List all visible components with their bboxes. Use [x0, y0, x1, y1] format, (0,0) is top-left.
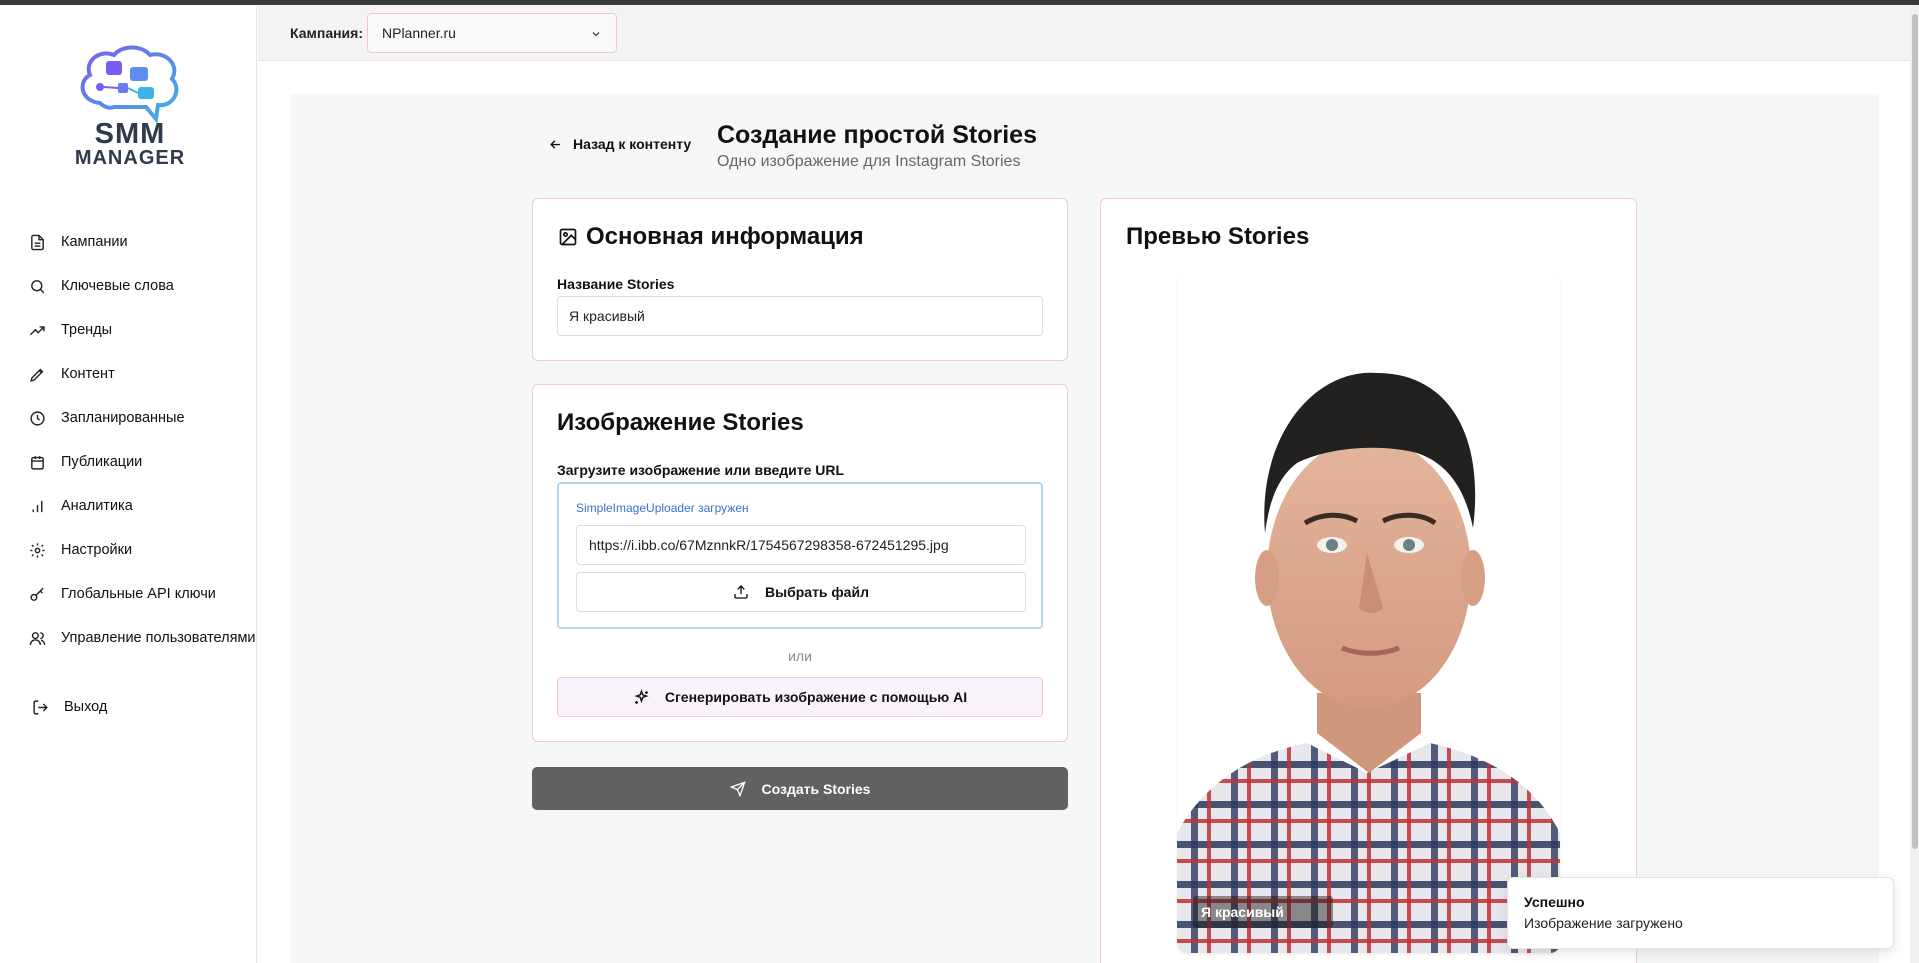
send-icon [729, 780, 746, 797]
basic-info-card: Основная информация Название Stories Я к… [532, 198, 1068, 361]
sidebar-item-label: Управление пользователями [61, 630, 256, 646]
sidebar-item-trends[interactable]: Тренды [0, 308, 257, 352]
image-uploader[interactable]: SimpleImageUploader загружен https://i.i… [557, 482, 1043, 629]
sidebar-item-api-keys[interactable]: Глобальные API ключи [0, 572, 257, 616]
sidebar-item-publications[interactable]: Публикации [0, 440, 257, 484]
sidebar-nav: Кампании Ключевые слова Тренды Контент З… [0, 220, 257, 660]
campaign-select[interactable]: NPlanner.ru [367, 13, 617, 53]
sidebar-item-label: Кампании [61, 234, 128, 250]
sidebar-item-label: Тренды [61, 322, 113, 338]
key-icon [30, 587, 44, 601]
stories-preview: Я красивый [1177, 273, 1560, 953]
sidebar-item-settings[interactable]: Настройки [0, 528, 257, 572]
choose-file-button[interactable]: Выбрать файл [576, 572, 1026, 612]
sidebar-item-content[interactable]: Контент [0, 352, 257, 396]
upload-label: Загрузите изображение или введите URL [557, 462, 845, 478]
document-icon [31, 234, 44, 250]
back-label: Назад к контенту [573, 136, 692, 152]
image-icon [559, 228, 577, 246]
sidebar-item-campaigns[interactable]: Кампании [0, 220, 257, 264]
sidebar-item-label: Публикации [61, 454, 143, 470]
generate-ai-label: Сгенерировать изображение с помощью AI [664, 689, 968, 705]
create-stories-button[interactable]: Создать Stories [532, 767, 1068, 810]
clock-icon [30, 410, 45, 426]
toast-message: Изображение загружено [1524, 915, 1683, 931]
logout-label: Выход [64, 699, 108, 715]
logo-text-smm: SMM [94, 118, 166, 150]
image-url-input[interactable]: https://i.ibb.co/67MznnkR/1754567298358-… [576, 525, 1026, 565]
top-header: Кампания: NPlanner.ru [258, 5, 1910, 61]
sidebar-item-label: Запланированные [61, 410, 185, 426]
app-logo[interactable]: SMM MANAGER [70, 43, 190, 175]
preview-caption: Я красивый [1193, 896, 1333, 928]
upload-icon [734, 585, 748, 599]
sidebar-item-users[interactable]: Управление пользователями [0, 616, 257, 660]
sidebar-item-label: Контент [61, 366, 115, 382]
sidebar-item-label: Настройки [61, 542, 133, 558]
search-icon [31, 279, 45, 293]
stories-name-label: Название Stories [557, 276, 675, 292]
page-subtitle: Одно изображение для Instagram Stories [717, 153, 1021, 170]
gear-icon [30, 542, 45, 558]
sidebar: SMM MANAGER Кампании Ключевые слова Трен… [0, 5, 257, 963]
logout-icon [33, 699, 48, 715]
sidebar-item-label: Аналитика [61, 498, 133, 514]
logout-button[interactable]: Выход [0, 685, 257, 729]
stories-name-input[interactable]: Я красивый [557, 296, 1043, 336]
generate-ai-image-button[interactable]: Сгенерировать изображение с помощью AI [557, 677, 1043, 717]
page-title: Создание простой Stories [717, 121, 1037, 149]
basic-info-title: Основная информация [586, 223, 864, 250]
create-stories-label: Создать Stories [761, 780, 871, 797]
scrollbar-thumb[interactable] [1912, 14, 1918, 849]
brain-logo-icon [80, 45, 179, 124]
sparkles-icon [634, 688, 649, 704]
users-icon [29, 631, 46, 645]
sidebar-item-scheduled[interactable]: Запланированные [0, 396, 257, 440]
uploader-status: SimpleImageUploader загружен [576, 501, 749, 515]
campaign-select-value: NPlanner.ru [382, 25, 456, 41]
or-divider-text: или [788, 648, 812, 664]
trending-icon [29, 325, 45, 335]
logo-text-manager: MANAGER [74, 147, 186, 169]
arrow-left-icon [550, 139, 560, 149]
sidebar-item-label: Ключевые слова [61, 278, 174, 294]
pen-icon [30, 368, 44, 382]
image-card-title: Изображение Stories [557, 409, 804, 436]
sidebar-item-analytics[interactable]: Аналитика [0, 484, 257, 528]
toast-title: Успешно [1524, 894, 1585, 910]
back-to-content-button[interactable]: Назад к контенту [548, 136, 691, 152]
sidebar-exit: Выход [0, 685, 257, 729]
success-toast[interactable]: Успешно Изображение загружено [1507, 877, 1894, 949]
chevron-down-icon [592, 32, 600, 37]
main-content-area [290, 94, 1879, 963]
sidebar-item-label: Глобальные API ключи [61, 586, 216, 602]
sidebar-item-keywords[interactable]: Ключевые слова [0, 264, 257, 308]
bar-chart-icon [32, 500, 43, 512]
choose-file-label: Выбрать файл [765, 584, 869, 600]
calendar-icon [31, 455, 44, 470]
preview-photo [1177, 273, 1560, 953]
preview-title: Превью Stories [1126, 223, 1310, 250]
campaign-label: Кампания: [290, 25, 363, 41]
